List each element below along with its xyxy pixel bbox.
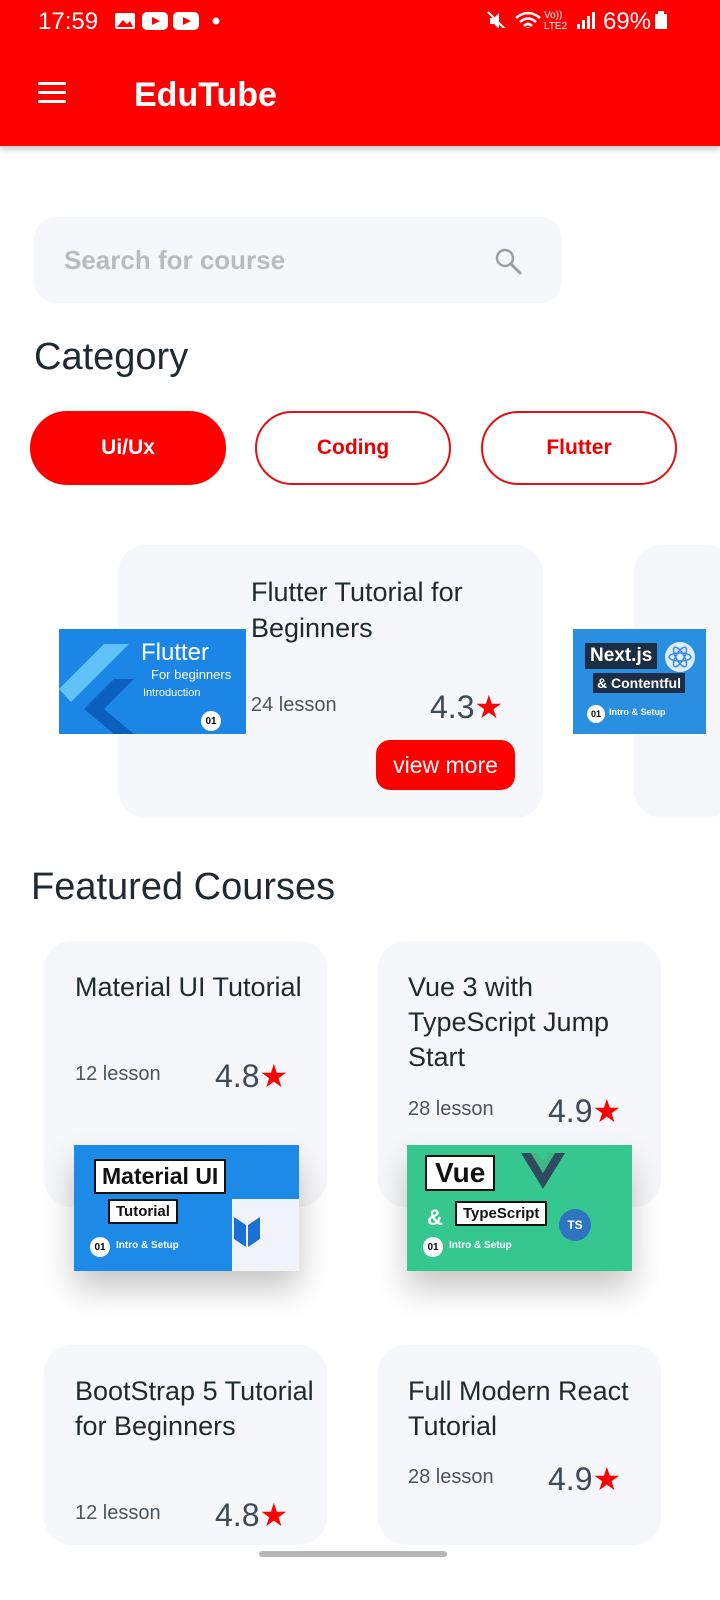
course-thumbnail: Flutter For beginners Introduction 01 — [59, 629, 246, 734]
dot-icon — [212, 17, 220, 25]
course-rating: 4.9★ — [548, 1460, 621, 1498]
network-label: Vo)) LTE2 — [544, 10, 568, 32]
wifi-icon — [515, 11, 541, 28]
rating-value: 4.9 — [548, 1093, 593, 1129]
search-bar[interactable] — [34, 217, 562, 303]
episode-badge: 01 — [201, 711, 221, 731]
mute-icon — [487, 11, 506, 28]
category-heading: Category — [34, 336, 189, 378]
app-bar: 17:59 Vo)) LTE2 69% EduTube — [0, 0, 720, 146]
app-title: EduTube — [134, 76, 277, 114]
rating-value: 4.9 — [548, 1461, 593, 1497]
chip-uiux[interactable]: Ui/Ux — [30, 411, 226, 485]
course-thumbnail: Vue & TypeScript TS 01 Intro & Setup — [407, 1145, 632, 1271]
course-thumbnail: Material UI Tutorial 01 Intro & Setup — [74, 1145, 299, 1271]
course-title: Flutter Tutorial for Beginners — [251, 577, 463, 643]
thumb-subtitle: TypeScript — [455, 1201, 548, 1226]
thumb-title: Flutter — [141, 639, 210, 666]
thumb-subtitle: & Contentful — [593, 673, 685, 693]
episode-badge: 01 — [90, 1237, 110, 1257]
home-indicator[interactable] — [259, 1551, 447, 1557]
thumb-subtitle: Tutorial — [108, 1199, 178, 1224]
star-icon: ★ — [592, 1461, 622, 1497]
status-time: 17:59 — [38, 8, 99, 35]
featured-heading: Featured Courses — [31, 866, 336, 908]
course-rating: 4.8★ — [215, 1496, 288, 1534]
youtube-icon — [173, 12, 199, 30]
typescript-badge: TS — [559, 1209, 591, 1241]
thumb-caption: Intro & Setup — [609, 707, 666, 717]
chip-coding[interactable]: Coding — [255, 411, 451, 485]
thumb-caption: Intro & Setup — [449, 1240, 512, 1251]
lesson-count: 24 lesson — [251, 694, 337, 716]
rating-value: 4.8 — [215, 1497, 260, 1533]
thumb-caption: Intro & Setup — [116, 1240, 179, 1251]
lesson-count: 12 lesson — [75, 1502, 161, 1524]
course-title: BootStrap 5 Tutorial for Beginners — [75, 1376, 314, 1441]
star-icon: ★ — [259, 1497, 289, 1533]
episode-badge: 01 — [587, 705, 605, 723]
gallery-icon — [115, 13, 135, 29]
course-title: Vue 3 with TypeScript Jump Start — [408, 972, 610, 1072]
signal-icon — [577, 12, 595, 29]
battery-level: 69% — [603, 8, 652, 35]
lesson-count: 28 lesson — [408, 1098, 494, 1120]
ampersand: & — [427, 1205, 443, 1230]
vue-logo-icon — [521, 1153, 565, 1189]
course-rating: 4.3★ — [430, 688, 503, 726]
rating-value: 4.3 — [430, 689, 475, 725]
course-rating: 4.8★ — [215, 1057, 288, 1095]
view-more-button[interactable]: view more — [376, 740, 515, 790]
thumb-subtitle: For beginners — [151, 667, 232, 682]
menu-icon[interactable] — [38, 82, 66, 104]
star-icon: ★ — [592, 1093, 622, 1129]
course-rating: 4.9★ — [548, 1092, 621, 1130]
battery-icon — [655, 11, 667, 29]
chip-flutter[interactable]: Flutter — [481, 411, 677, 485]
thumb-title: Next.js — [585, 643, 658, 669]
thumb-title: Material UI — [94, 1159, 227, 1194]
react-logo-icon — [665, 642, 695, 672]
thumb-caption: Introduction — [143, 687, 201, 699]
thumb-title: Vue — [425, 1155, 496, 1191]
rating-value: 4.8 — [215, 1058, 260, 1094]
lesson-count: 28 lesson — [408, 1466, 494, 1488]
youtube-icon — [142, 12, 168, 30]
course-title: Material UI Tutorial — [75, 972, 302, 1002]
status-bar: 17:59 Vo)) LTE2 69% — [0, 0, 720, 48]
mui-logo-icon — [232, 1199, 299, 1271]
search-input[interactable] — [64, 239, 484, 281]
episode-badge: 01 — [423, 1237, 443, 1257]
star-icon: ★ — [474, 689, 504, 725]
star-icon: ★ — [259, 1058, 289, 1094]
course-thumbnail: Next.js & Contentful 01 Intro & Setup — [573, 629, 706, 734]
course-title: Full Modern React Tutorial — [408, 1376, 629, 1441]
lesson-count: 12 lesson — [75, 1063, 161, 1085]
search-icon[interactable] — [493, 246, 523, 276]
